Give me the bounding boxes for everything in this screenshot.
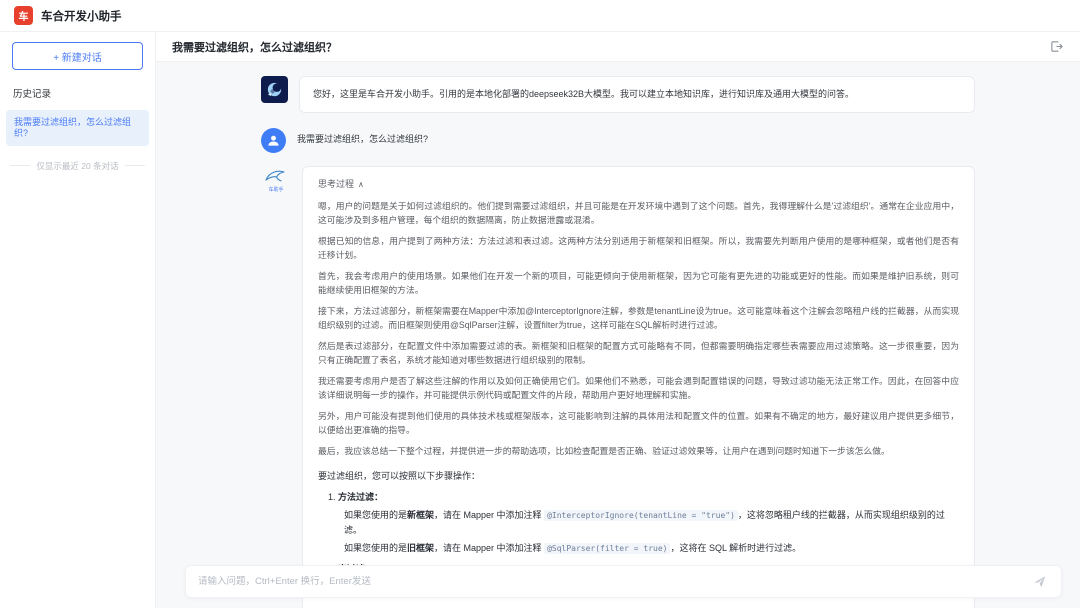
thinking-paragraph: 根据已知的信息，用户提到了两种方法：方法过滤和表过滤。这两种方法分别适用于新框架… bbox=[318, 234, 959, 262]
thinking-paragraph: 首先，我会考虑用户的使用场景。如果他们在开发一个新的项目，可能更倾向于使用新框架… bbox=[318, 269, 959, 297]
app-window: 车 车合开发小助手 + 新建对话 历史记录 我需要过滤组织，怎么过滤组织? 仅显… bbox=[0, 0, 1080, 608]
app-logo-icon: 车 bbox=[14, 6, 33, 25]
deepseek-whale-icon bbox=[261, 76, 288, 103]
history-label: 历史记录 bbox=[0, 82, 155, 110]
thinking-paragraph: 我还需要考虑用户是否了解这些注解的作用以及如何正确使用它们。如果他们不熟悉，可能… bbox=[318, 374, 959, 402]
step-1-marker: 1. bbox=[328, 492, 336, 502]
thinking-toggle-label: 思考过程 bbox=[318, 179, 354, 189]
assistant-avatar-caption: 车助手 bbox=[268, 186, 283, 193]
main-panel: 我需要过滤组织，怎么过滤组织？ bbox=[156, 32, 1080, 608]
conversation-title-bar: 我需要过滤组织，怎么过滤组织？ bbox=[156, 32, 1080, 62]
old-framework-label: 旧框架 bbox=[407, 543, 434, 553]
top-header: 车 车合开发小助手 bbox=[0, 0, 1080, 32]
app-title: 车合开发小助手 bbox=[41, 8, 122, 24]
step-1-line-1: 如果您使用的是新框架，请在 Mapper 中添加注释 @InterceptorI… bbox=[318, 508, 959, 537]
text: ，请在 Mapper 中添加注释 bbox=[434, 510, 544, 520]
message-list: 您好，这里是车合开发小助手。引用的是本地化部署的deepseek32B大模型。我… bbox=[261, 76, 975, 608]
new-chat-button[interactable]: + 新建对话 bbox=[12, 42, 143, 70]
assistant-answer-row: 车助手 思考过程 ∧ 嗯，用户的问题是关于如何过滤组织的。他们提到需要过滤组织，并… bbox=[261, 166, 975, 608]
user-question-row: 我需要过滤组织，怎么过滤组织? bbox=[261, 126, 975, 153]
export-icon[interactable] bbox=[1048, 39, 1064, 55]
answer-intro: 要过滤组织，您可以按照以下步骤操作： bbox=[318, 469, 959, 483]
thinking-paragraph: 嗯，用户的问题是关于如何过滤组织的。他们提到需要过滤组织，并且可能是在开发环境中… bbox=[318, 199, 959, 227]
thinking-paragraph: 最后，我应该总结一下整个过程，并提供进一步的帮助选项，比如检查配置是否正确、验证… bbox=[318, 444, 959, 458]
chat-input[interactable] bbox=[198, 576, 1031, 587]
text: ，这将在 SQL 解析时进行过滤。 bbox=[670, 543, 801, 553]
assistant-bird-avatar: 车助手 bbox=[261, 168, 291, 193]
user-question-text: 我需要过滤组织，怎么过滤组织? bbox=[297, 126, 428, 147]
send-icon[interactable] bbox=[1031, 573, 1049, 591]
step-1-label: 方法过滤： bbox=[338, 492, 383, 502]
page-title: 我需要过滤组织，怎么过滤组织？ bbox=[172, 39, 1048, 55]
step-1-title: 1. 方法过滤： bbox=[318, 490, 959, 504]
thinking-paragraph: 另外，用户可能没有提到他们使用的具体技术栈或框架版本，这可能影响到注解的具体用法… bbox=[318, 409, 959, 437]
assistant-greeting-bubble: 您好，这里是车合开发小助手。引用的是本地化部署的deepseek32B大模型。我… bbox=[299, 76, 975, 113]
new-framework-label: 新框架 bbox=[407, 510, 434, 520]
message-input-bar bbox=[185, 565, 1062, 598]
assistant-answer-card: 思考过程 ∧ 嗯，用户的问题是关于如何过滤组织的。他们提到需要过滤组织，并且可能是… bbox=[302, 166, 975, 608]
text: 如果您使用的是 bbox=[344, 510, 407, 520]
thinking-paragraph: 接下来，方法过滤部分，新框架需要在Mapper中添加@InterceptorIg… bbox=[318, 304, 959, 332]
step-1-line-2: 如果您使用的是旧框架，请在 Mapper 中添加注释 @SqlParser(fi… bbox=[318, 541, 959, 556]
sidebar: + 新建对话 历史记录 我需要过滤组织，怎么过滤组织? 仅显示最近 20 条对话 bbox=[0, 32, 156, 608]
thinking-content: 嗯，用户的问题是关于如何过滤组织的。他们提到需要过滤组织，并且可能是在开发环境中… bbox=[318, 199, 959, 458]
inline-code: @SqlParser(filter = true) bbox=[544, 543, 670, 554]
sidebar-item-conversation[interactable]: 我需要过滤组织，怎么过滤组织? bbox=[6, 110, 149, 146]
text: ，请在 Mapper 中添加注释 bbox=[434, 543, 544, 553]
history-limit-text: 仅显示最近 20 条对话 bbox=[36, 160, 118, 172]
bird-icon bbox=[264, 168, 288, 185]
inline-code: @InterceptorIgnore(tenantLine = "true") bbox=[544, 510, 738, 521]
history-limit-note: 仅显示最近 20 条对话 bbox=[10, 160, 145, 172]
chat-area: 您好，这里是车合开发小助手。引用的是本地化部署的deepseek32B大模型。我… bbox=[156, 62, 1080, 608]
user-avatar bbox=[261, 128, 286, 153]
text: 如果您使用的是 bbox=[344, 543, 407, 553]
assistant-greeting-row: 您好，这里是车合开发小助手。引用的是本地化部署的deepseek32B大模型。我… bbox=[261, 76, 975, 113]
chevron-up-icon: ∧ bbox=[358, 180, 364, 189]
thinking-toggle[interactable]: 思考过程 ∧ bbox=[318, 177, 959, 190]
thinking-paragraph: 然后是表过滤部分，在配置文件中添加需要过滤的表。新框架和旧框架的配置方式可能略有… bbox=[318, 339, 959, 367]
